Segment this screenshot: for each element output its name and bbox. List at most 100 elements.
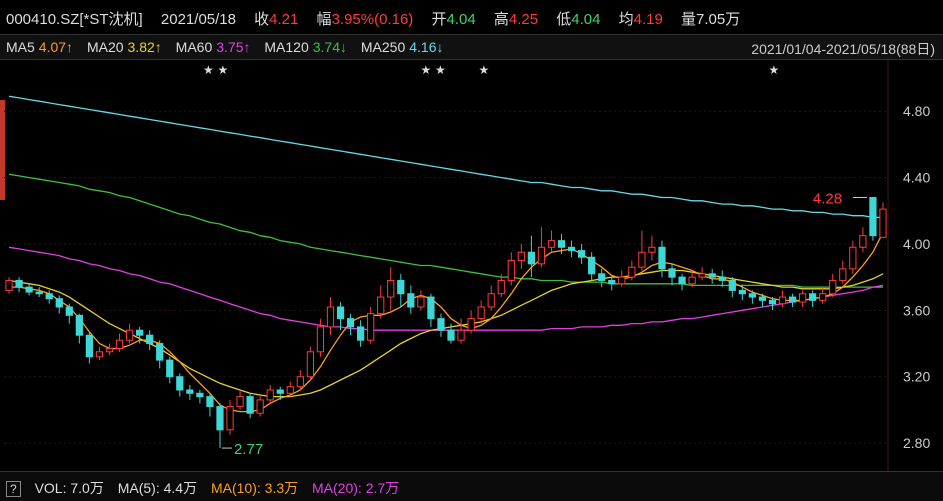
- volume-legend-bar: ? VOL: 7.0万 MA(5): 4.4万 MA(10): 3.3万 MA(…: [0, 471, 943, 501]
- candle-body: [35, 291, 43, 295]
- ma250-label: MA250: [360, 39, 406, 55]
- candle: [849, 240, 857, 274]
- quote-header: 000410.SZ[*ST沈机] 2021/05/18 收4.21 幅3.95%…: [0, 0, 943, 34]
- candle: [236, 389, 244, 410]
- candle: [577, 243, 586, 264]
- candle: [95, 346, 104, 361]
- ma60-line: [8, 246, 884, 331]
- date-range[interactable]: 2021/01/04-2021/05/18(88日): [751, 39, 935, 59]
- candle-body: [156, 343, 164, 361]
- candle-body: [467, 318, 475, 331]
- candle-body: [387, 279, 395, 298]
- candle: [256, 394, 264, 417]
- candle-body: [105, 347, 114, 353]
- help-button[interactable]: ?: [6, 481, 21, 497]
- candle-body: [447, 329, 455, 341]
- candle: [216, 403, 224, 449]
- candle: [708, 268, 716, 284]
- change-label: 幅: [316, 11, 332, 28]
- candle-body: [306, 351, 315, 378]
- star-icon: ★: [769, 63, 780, 77]
- candle-body: [135, 329, 144, 336]
- y-tick-label: 4.00: [903, 236, 930, 252]
- candle: [266, 385, 274, 404]
- ma60-value: 3.75↑: [216, 39, 251, 55]
- candle: [367, 307, 375, 344]
- candle-body: [427, 296, 435, 320]
- ma5-line: [9, 232, 884, 413]
- candle-body: [859, 235, 867, 248]
- candle: [176, 373, 184, 397]
- candle-body: [738, 289, 746, 295]
- candle-body: [25, 286, 33, 293]
- ma250-line: [8, 95, 883, 219]
- vol-ma5: MA(5): 4.4万: [117, 480, 198, 496]
- candle: [658, 240, 666, 278]
- candle-body: [477, 306, 485, 320]
- candle-body: [718, 276, 726, 281]
- candle-body: [356, 326, 365, 341]
- candle-body: [829, 279, 837, 295]
- candle: [608, 277, 616, 291]
- stock-code[interactable]: 000410.SZ[*ST沈机]: [6, 11, 143, 28]
- ma120-line: [8, 173, 883, 288]
- candle-body: [276, 389, 284, 394]
- candle: [547, 230, 556, 253]
- volume-label: 量: [681, 11, 697, 28]
- high-value: 4.25: [508, 11, 539, 28]
- candle: [105, 343, 114, 356]
- candles: [5, 196, 887, 449]
- candle: [839, 260, 847, 284]
- candle: [226, 399, 234, 435]
- candle-body: [537, 246, 546, 265]
- candle-body: [778, 296, 787, 305]
- candle: [517, 243, 525, 269]
- ma120-label: MA120: [264, 39, 309, 55]
- candle-body: [85, 334, 94, 358]
- candle: [336, 302, 345, 331]
- star-icon: ★: [218, 63, 229, 77]
- candle-body: [457, 329, 465, 341]
- candle-body: [577, 250, 586, 258]
- volume-value: 7.05万: [696, 11, 741, 28]
- candle: [507, 252, 515, 286]
- candle: [598, 268, 606, 288]
- candle-body: [326, 306, 335, 328]
- candle-body: [346, 318, 355, 328]
- candle-body: [236, 396, 244, 408]
- candle: [798, 290, 807, 308]
- low-label: 低: [556, 11, 572, 28]
- candle-body: [266, 389, 274, 401]
- candle: [246, 393, 254, 419]
- ma20-value: 3.82↑: [127, 39, 162, 55]
- candle-body: [598, 273, 606, 281]
- candle: [437, 313, 445, 337]
- candle-body: [527, 251, 536, 265]
- candle: [728, 277, 736, 298]
- candle: [668, 263, 676, 286]
- candle-body: [557, 240, 566, 248]
- candle-body: [286, 386, 294, 394]
- ma20-label: MA20: [86, 39, 124, 55]
- candle: [869, 196, 877, 241]
- candle-body: [336, 306, 345, 320]
- candle-body: [45, 293, 53, 300]
- candle: [527, 235, 536, 278]
- candle-body: [5, 279, 13, 291]
- candle-body: [788, 296, 797, 303]
- candle: [628, 260, 636, 281]
- candle-body: [256, 399, 264, 414]
- candle-body: [748, 293, 757, 298]
- star-icon: ★: [203, 63, 214, 77]
- candle-body: [648, 246, 656, 253]
- candle-body: [678, 276, 686, 285]
- y-tick-label: 2.80: [903, 435, 930, 451]
- candle: [879, 202, 887, 238]
- candle-body: [547, 240, 556, 248]
- close-label: 收: [254, 11, 270, 28]
- candle: [819, 287, 827, 304]
- candle-body: [246, 396, 254, 414]
- star-icon: ★: [435, 63, 446, 77]
- kline-chart[interactable]: ★★★★★★★★★★ 4.80 4.40 4.00 3.60 3.20 2.80 4.28…: [0, 58, 943, 471]
- candle-body: [517, 251, 525, 262]
